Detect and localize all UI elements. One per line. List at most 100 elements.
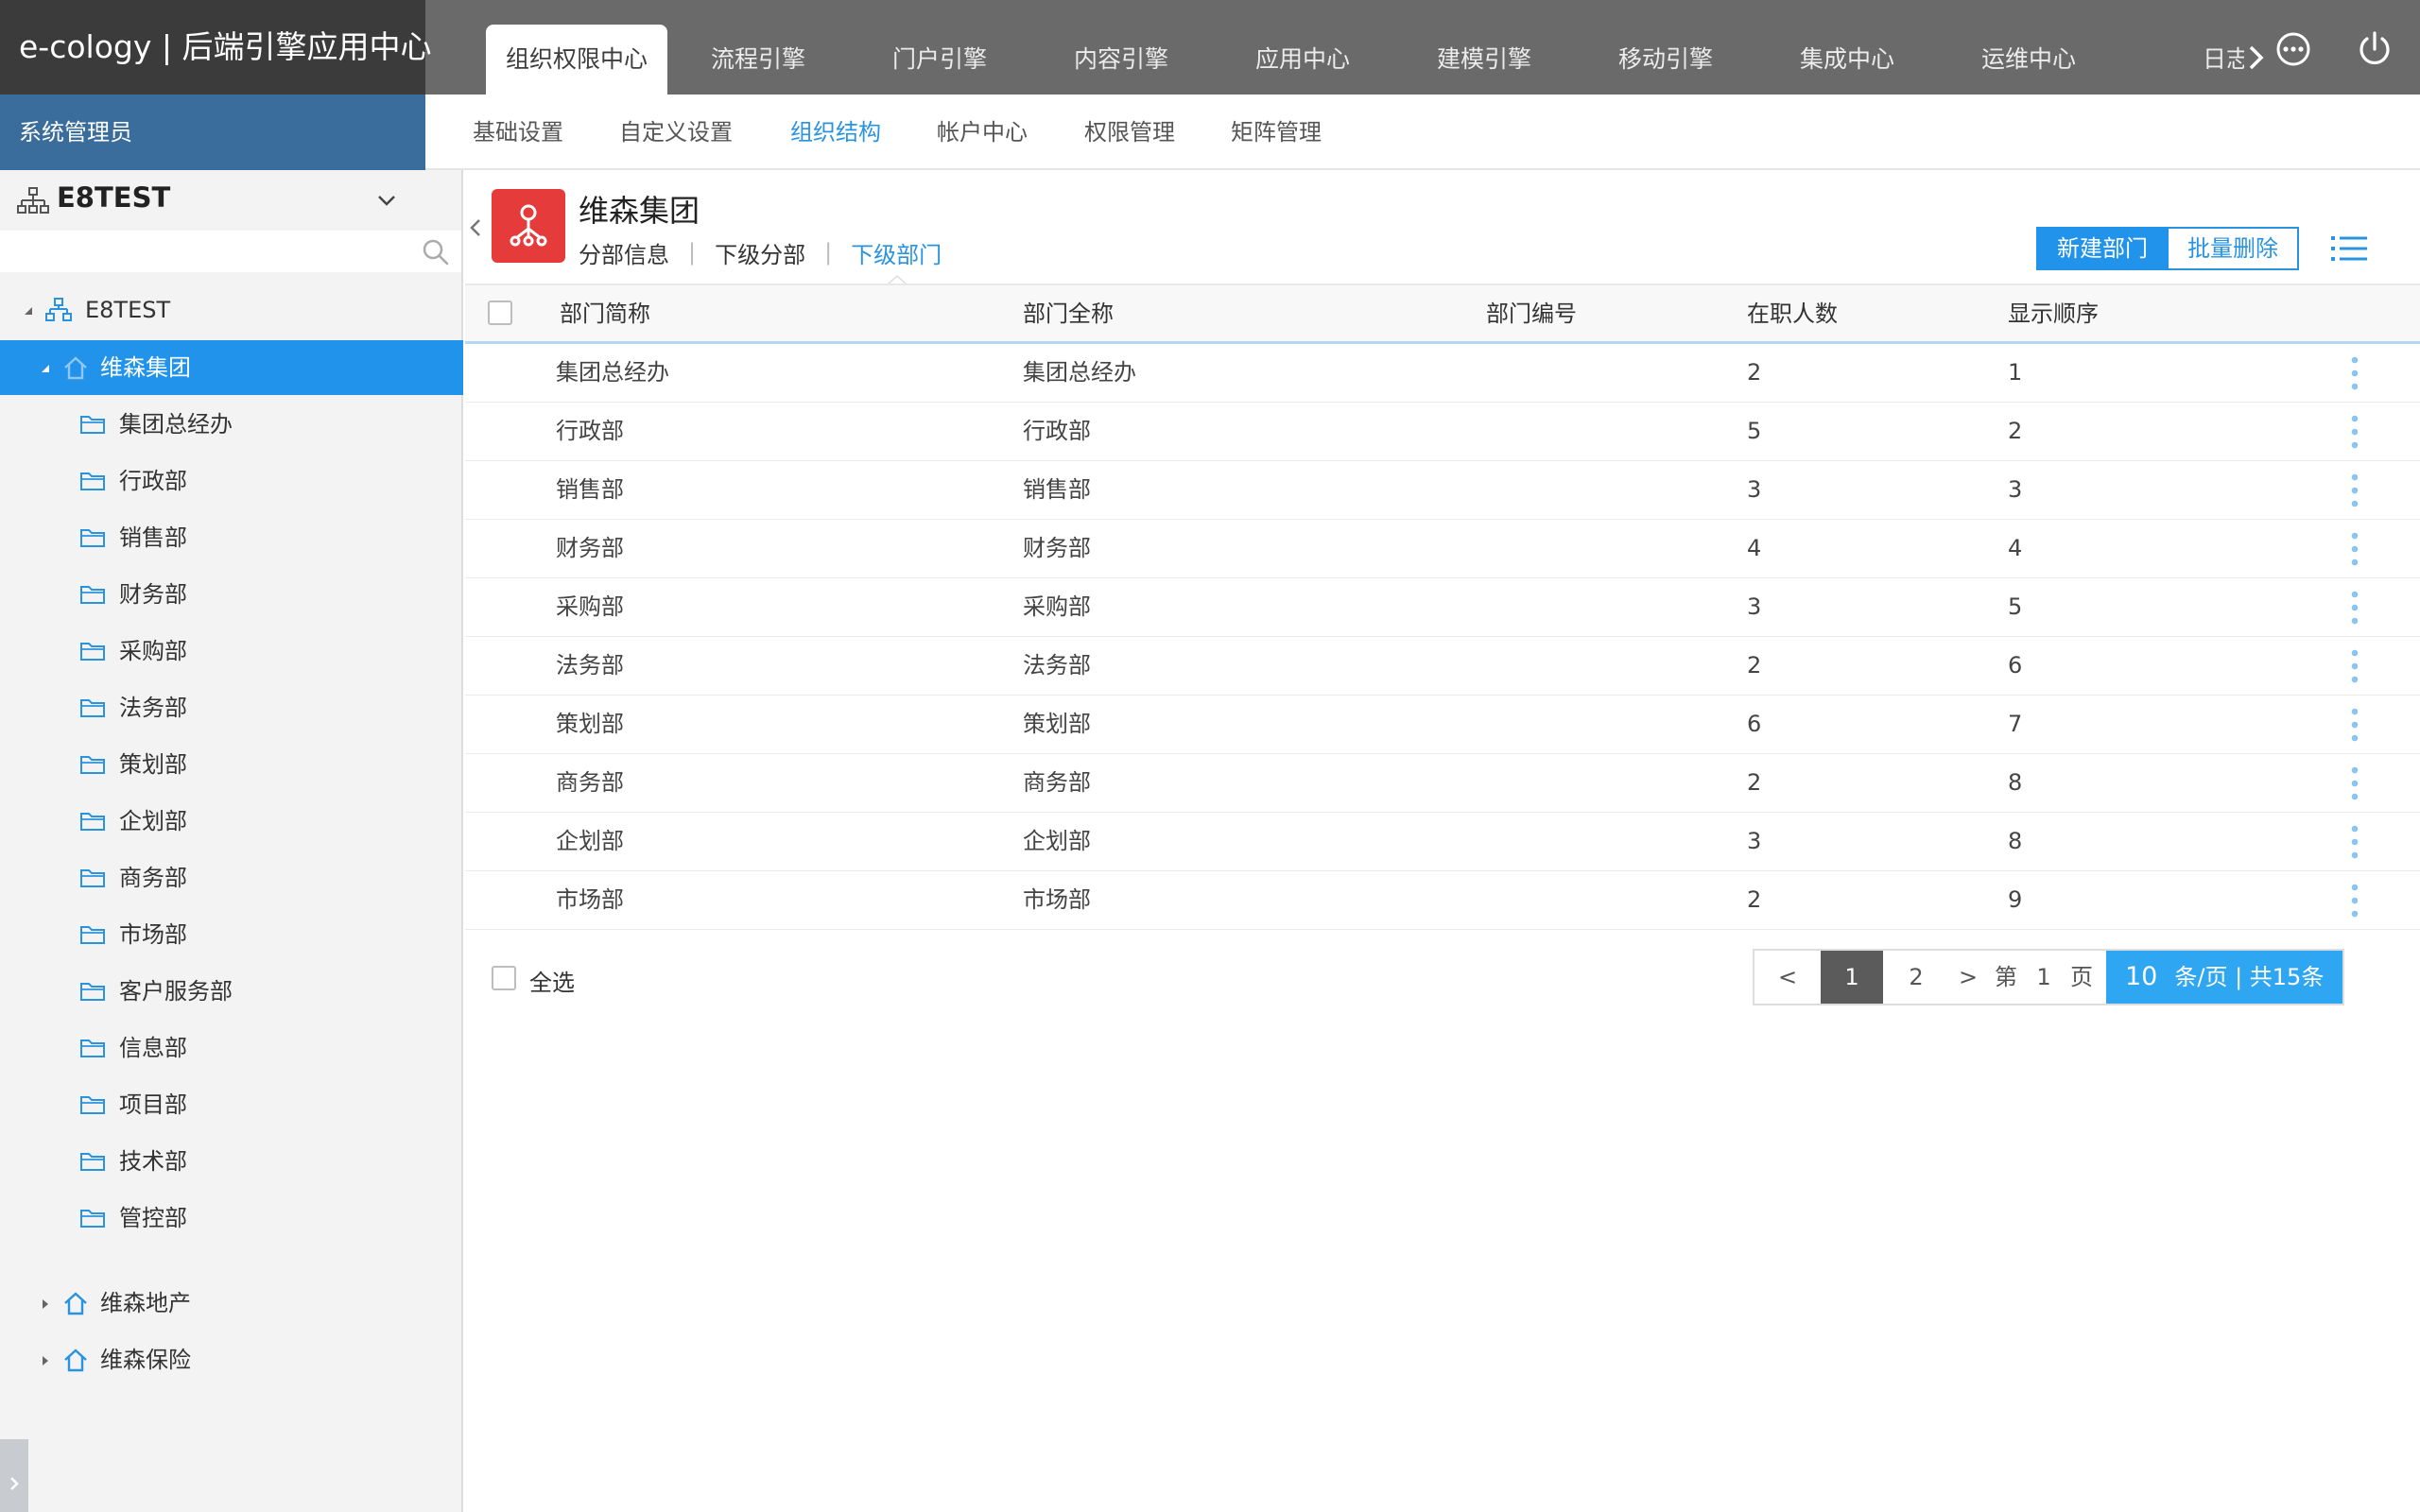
main-tab-workflow[interactable]: 流程引擎: [667, 25, 849, 94]
subnav-permissions[interactable]: 权限管理: [1084, 94, 1175, 170]
tree-node-department[interactable]: 管控部: [0, 1191, 463, 1246]
search-icon[interactable]: [422, 238, 450, 266]
select-all-checkbox[interactable]: [492, 966, 516, 990]
tree-node-department[interactable]: 企划部: [0, 794, 463, 849]
tab-sub-branches[interactable]: 下级分部: [715, 236, 805, 269]
sidebar-collapse-handle[interactable]: [0, 1439, 28, 1512]
main-tabs: 组织权限中心 流程引擎 门户引擎 内容引擎 应用中心 建模引擎 移动引擎 集成中…: [486, 25, 2119, 94]
table-row[interactable]: 销售部 销售部 3 3: [465, 461, 2420, 520]
tree-node-sibling[interactable]: 维森地产: [0, 1276, 463, 1331]
cell-full-name: 财务部: [1023, 535, 1091, 561]
tree-node-department[interactable]: 法务部: [0, 680, 463, 735]
row-more-icon[interactable]: [2350, 353, 2360, 393]
tree-node-label: 客户服务部: [119, 978, 233, 1005]
company-selector[interactable]: E8TEST: [0, 170, 463, 231]
main-tab-portal[interactable]: 门户引擎: [849, 25, 1030, 94]
next-page-button[interactable]: >: [1949, 951, 1987, 1004]
tree-node-label: 管控部: [119, 1205, 187, 1231]
tree-node-selected[interactable]: 维森集团: [0, 340, 463, 395]
tree-node-department[interactable]: 商务部: [0, 850, 463, 905]
tree-node-department[interactable]: 策划部: [0, 737, 463, 792]
page-2-button[interactable]: 2: [1883, 951, 1949, 1004]
tree-node-department[interactable]: 信息部: [0, 1021, 463, 1075]
batch-delete-button[interactable]: 批量删除: [2169, 227, 2299, 270]
page-size-select[interactable]: 10 条/页 | 共15条: [2106, 951, 2343, 1004]
subnav-custom-settings[interactable]: 自定义设置: [619, 94, 733, 170]
caret-expanded-icon[interactable]: [23, 305, 34, 317]
main-tab-modeling[interactable]: 建模引擎: [1393, 25, 1575, 94]
chevron-down-icon[interactable]: [376, 193, 397, 208]
folder-icon: [80, 1096, 105, 1114]
column-header-headcount[interactable]: 在职人数: [1747, 285, 1838, 343]
table-row[interactable]: 财务部 财务部 4 4: [465, 520, 2420, 578]
cell-order: 5: [2008, 593, 2023, 620]
main-tab-log-truncated[interactable]: 日志: [2203, 25, 2244, 94]
row-more-icon[interactable]: [2350, 588, 2360, 627]
header-checkbox[interactable]: [488, 301, 512, 325]
subnav-org-structure[interactable]: 组织结构: [790, 94, 881, 170]
folder-icon: [80, 1040, 105, 1057]
folder-icon: [80, 926, 105, 944]
row-more-icon[interactable]: [2350, 705, 2360, 745]
caret-collapsed-icon[interactable]: [40, 1298, 51, 1310]
table-row[interactable]: 法务部 法务部 2 6: [465, 637, 2420, 696]
row-more-icon[interactable]: [2350, 529, 2360, 569]
goto-page-input[interactable]: [2025, 951, 2063, 1004]
tree-node-department[interactable]: 市场部: [0, 907, 463, 962]
tab-branch-info[interactable]: 分部信息: [579, 236, 669, 269]
chevron-left-icon[interactable]: [469, 217, 482, 238]
tree-node-department[interactable]: 采购部: [0, 624, 463, 679]
power-icon[interactable]: [2354, 28, 2395, 70]
tab-sub-departments[interactable]: 下级部门: [851, 236, 942, 269]
column-header-code[interactable]: 部门编号: [1486, 285, 1577, 343]
tree-search-input[interactable]: [9, 234, 406, 268]
tree-node-department[interactable]: 项目部: [0, 1077, 463, 1132]
row-more-icon[interactable]: [2350, 881, 2360, 920]
page-1-button[interactable]: 1: [1821, 951, 1883, 1004]
main-tab-content[interactable]: 内容引擎: [1030, 25, 1212, 94]
tree-node-department[interactable]: 财务部: [0, 567, 463, 622]
row-more-icon[interactable]: [2350, 412, 2360, 452]
table-row[interactable]: 集团总经办 集团总经办 2 1: [465, 344, 2420, 403]
main-tab-org[interactable]: 组织权限中心: [486, 25, 667, 94]
tree-node-department[interactable]: 销售部: [0, 510, 463, 565]
tree-node-department[interactable]: 行政部: [0, 454, 463, 508]
tree-node-label: 商务部: [119, 865, 187, 891]
tree-node-root[interactable]: E8TEST: [0, 283, 463, 337]
main-tab-mobile[interactable]: 移动引擎: [1575, 25, 1756, 94]
more-options-icon[interactable]: [2273, 28, 2314, 70]
main-tab-apps[interactable]: 应用中心: [1212, 25, 1393, 94]
subnav-matrix[interactable]: 矩阵管理: [1231, 94, 1322, 170]
table-row[interactable]: 商务部 商务部 2 8: [465, 754, 2420, 813]
row-more-icon[interactable]: [2350, 822, 2360, 862]
table-row[interactable]: 行政部 行政部 5 2: [465, 403, 2420, 461]
caret-expanded-icon[interactable]: [40, 363, 51, 374]
row-more-icon[interactable]: [2350, 646, 2360, 686]
subnav-account-center[interactable]: 帐户中心: [937, 94, 1028, 170]
column-header-full-name[interactable]: 部门全称: [1023, 285, 1114, 343]
list-menu-icon[interactable]: [2331, 234, 2367, 263]
table-row[interactable]: 策划部 策划部 6 7: [465, 696, 2420, 754]
table-row[interactable]: 市场部 市场部 2 9: [465, 871, 2420, 930]
chevron-right-icon[interactable]: [2242, 42, 2271, 74]
tree-node-department[interactable]: 技术部: [0, 1134, 463, 1189]
column-header-order[interactable]: 显示顺序: [2008, 285, 2099, 343]
folder-icon: [80, 869, 105, 887]
caret-collapsed-icon[interactable]: [40, 1355, 51, 1366]
new-department-button[interactable]: 新建部门: [2036, 227, 2169, 270]
tree-node-department[interactable]: 集团总经办: [0, 397, 463, 452]
subnav-basic-settings[interactable]: 基础设置: [473, 94, 563, 170]
cell-headcount: 3: [1747, 593, 1762, 620]
tree-node-sibling[interactable]: 维森保险: [0, 1332, 463, 1387]
main-tab-ops[interactable]: 运维中心: [1938, 25, 2119, 94]
table-row[interactable]: 采购部 采购部 3 5: [465, 578, 2420, 637]
main-tab-integration[interactable]: 集成中心: [1756, 25, 1938, 94]
folder-icon: [80, 472, 105, 490]
row-more-icon[interactable]: [2350, 471, 2360, 510]
tree-node-department[interactable]: 客户服务部: [0, 964, 463, 1019]
org-structure-icon: [45, 298, 72, 321]
prev-page-button[interactable]: <: [1754, 951, 1821, 1004]
column-header-short-name[interactable]: 部门简称: [560, 285, 650, 343]
table-row[interactable]: 企划部 企划部 3 8: [465, 813, 2420, 871]
row-more-icon[interactable]: [2350, 764, 2360, 803]
